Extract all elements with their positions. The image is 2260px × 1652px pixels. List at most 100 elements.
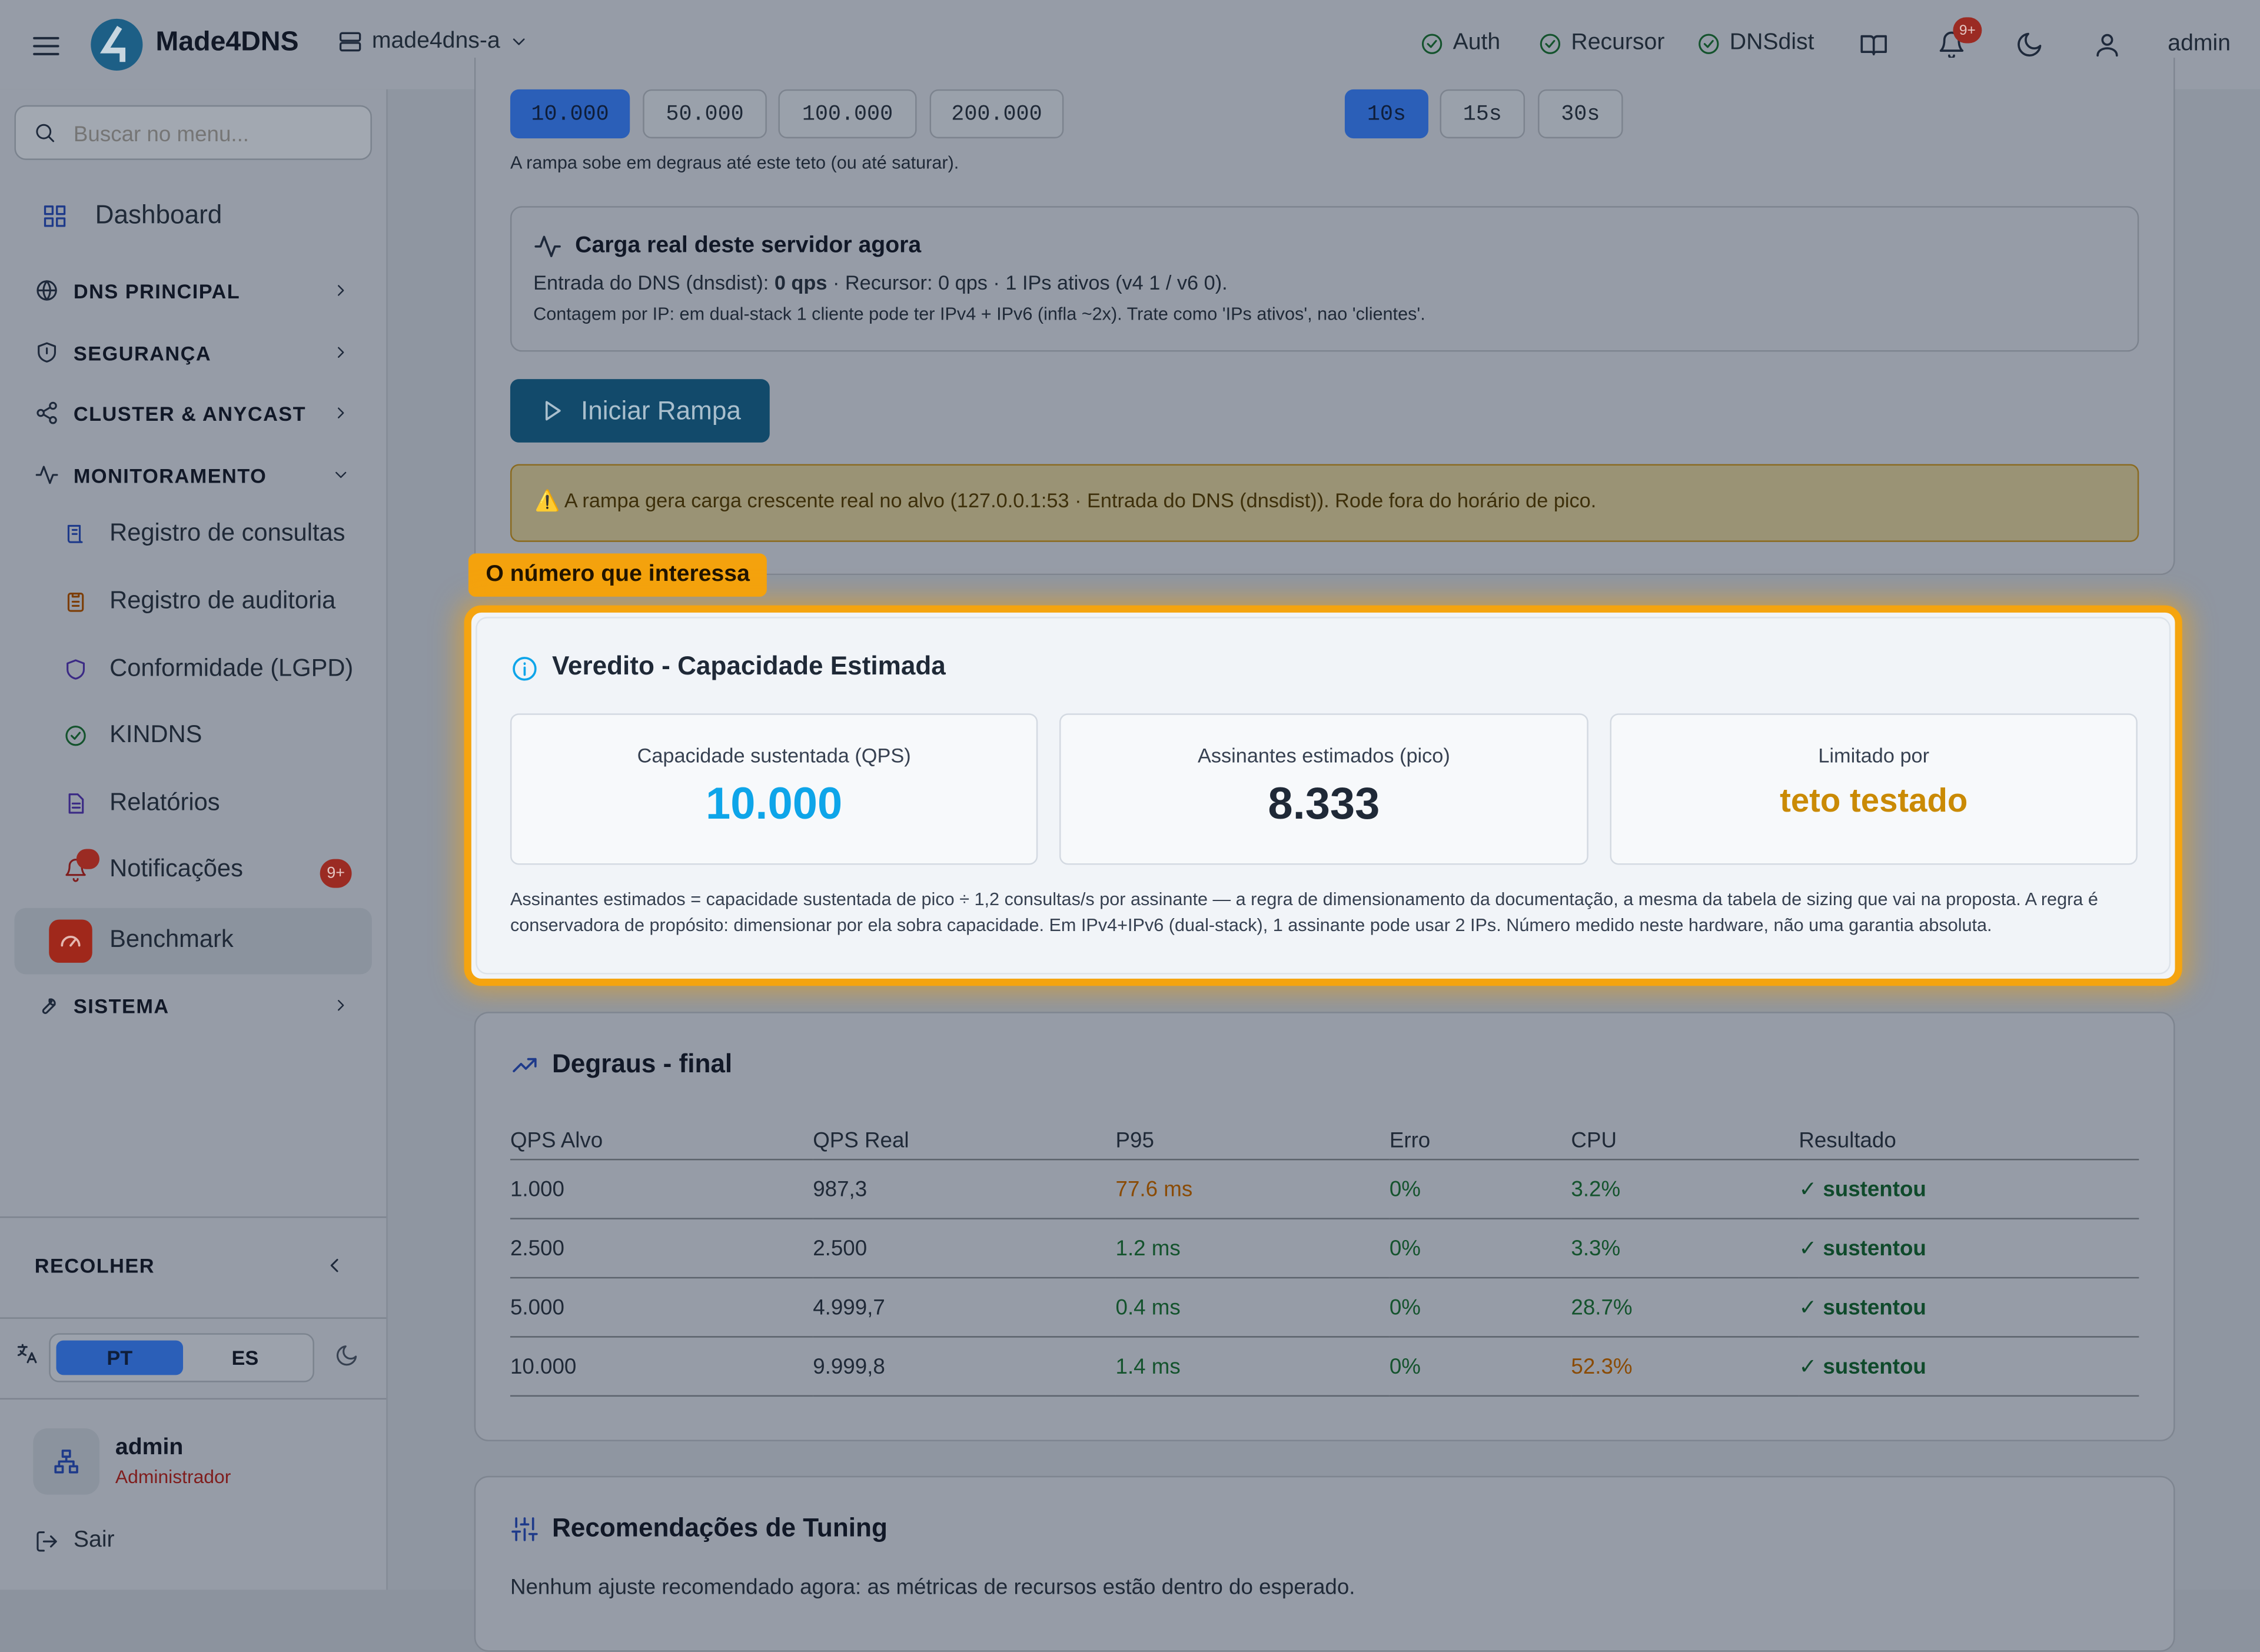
live-load-title: Carga real deste servidor agora — [575, 233, 922, 258]
translate-icon — [14, 1342, 39, 1367]
notification-dot — [76, 848, 99, 869]
table-row: 1.000 987,3 77.6 ms 0% 3.2% ✓ sustentou — [510, 1158, 2139, 1219]
stat-limited-by: Limitado por teto testado — [1610, 713, 2138, 865]
lang-es-button[interactable]: ES — [183, 1341, 307, 1375]
play-icon — [545, 401, 561, 421]
verdict-title: Veredito - Capacidade Estimada — [551, 651, 946, 680]
status-auth[interactable]: Auth — [1420, 30, 1500, 56]
share-icon — [36, 401, 57, 424]
info-icon — [513, 657, 537, 681]
status-dnsdist[interactable]: DNSdist — [1696, 30, 1814, 56]
sidebar-item-registro-auditoria[interactable]: Registro de auditoria — [58, 587, 335, 616]
user-icon[interactable] — [2093, 30, 2122, 59]
start-ramp-button[interactable]: Iniciar Rampa — [510, 379, 770, 443]
sidebar-group-monitoramento[interactable]: MONITORAMENTO — [35, 463, 347, 487]
username-label[interactable]: admin — [2168, 32, 2231, 58]
chevron-right-icon — [338, 1000, 344, 1011]
qps-option-100000[interactable]: 100.000 — [778, 89, 917, 139]
chevron-down-icon — [513, 38, 525, 45]
search-input[interactable] — [71, 115, 365, 153]
sidebar-item-benchmark[interactable]: Benchmark — [14, 908, 372, 975]
live-load-panel: Carga real deste servidor agora Entrada … — [510, 206, 2139, 352]
stat-capacity: Capacidade sustentada (QPS) 10.000 — [510, 713, 1038, 865]
server-selector[interactable]: made4dns-a — [337, 29, 529, 55]
chevron-down-icon — [335, 471, 347, 478]
brand-name: Made4DNS — [155, 27, 299, 58]
live-load-note: Contagem por IP: em dual-stack 1 cliente… — [533, 304, 1425, 325]
stat-subscribers: Assinantes estimados (pico) 8.333 — [1059, 713, 1588, 865]
sidebar-divider — [0, 1317, 387, 1319]
ramp-hint: A rampa sobe em degraus até este teto (o… — [510, 152, 959, 173]
logout-icon — [36, 1530, 57, 1551]
duration-option-10s[interactable]: 10s — [1344, 89, 1428, 139]
sidebar-item-notificacoes[interactable]: Notificações — [58, 848, 243, 883]
table-row: 10.000 9.999,8 1.4 ms 0% 52.3% ✓ sustent… — [510, 1336, 2139, 1397]
sidebar-item-dashboard[interactable]: Dashboard — [38, 200, 222, 230]
verdict-card: Veredito - Capacidade Estimada Capacidad… — [464, 605, 2182, 986]
sliders-icon — [511, 1517, 538, 1541]
sidebar-group-dns-principal[interactable]: DNS PRINCIPAL — [35, 278, 344, 303]
collapse-sidebar-button[interactable]: RECOLHER — [35, 1254, 352, 1283]
status-recursor[interactable]: Recursor — [1538, 30, 1664, 56]
lang-pt-button[interactable]: PT — [56, 1340, 184, 1375]
sidebar-item-conformidade[interactable]: Conformidade (LGPD) — [58, 654, 353, 683]
table-header: QPS Alvo QPS Real P95 Erro CPU Resultado — [510, 1128, 1896, 1152]
qps-option-10000[interactable]: 10.000 — [510, 89, 630, 139]
moon-icon[interactable] — [2015, 30, 2044, 59]
activity-icon — [534, 235, 561, 257]
clipboard-icon — [67, 591, 84, 611]
server-name: made4dns-a — [371, 28, 500, 54]
check-circle-icon — [65, 724, 85, 746]
check-circle-icon — [1699, 33, 1719, 54]
tuning-title: Recomendações de Tuning — [551, 1513, 888, 1543]
live-load-line: Entrada do DNS (dnsdist): 0 qps · Recurs… — [533, 271, 1228, 294]
logout-button[interactable]: Sair — [35, 1528, 115, 1554]
language-switch: PT ES — [49, 1333, 314, 1382]
trending-up-icon — [513, 1058, 537, 1072]
verdict-note: Assinantes estimados = capacidade susten… — [510, 889, 2098, 936]
steps-table: QPS Alvo QPS Real P95 Erro CPU Resultado… — [510, 1121, 2139, 1397]
avatar — [33, 1428, 99, 1495]
sidebar-group-seguranca[interactable]: SEGURANÇA — [35, 340, 344, 365]
activity-icon — [35, 466, 58, 484]
sidebar-divider — [0, 1216, 387, 1218]
sidebar-group-cluster-anycast[interactable]: CLUSTER & ANYCAST — [35, 401, 344, 426]
check-circle-icon — [1540, 33, 1561, 54]
search-box[interactable] — [14, 105, 372, 160]
user-role: Administrador — [115, 1465, 231, 1488]
warning-banner: ⚠️ A rampa gera carga crescente real no … — [510, 464, 2139, 542]
sidebar-item-relatorios[interactable]: Relatórios — [58, 789, 220, 817]
brand-logo-icon — [91, 18, 143, 71]
network-icon — [54, 1450, 78, 1474]
check-circle-icon — [1421, 33, 1443, 54]
notification-badge: 9+ — [1953, 17, 1982, 44]
grid-icon — [44, 204, 66, 227]
steps-title: Degraus - final — [551, 1049, 733, 1078]
chevron-right-icon — [338, 407, 344, 418]
sidebar-item-kindns[interactable]: KINDNS — [58, 721, 202, 750]
table-row: 2.500 2.500 1.2 ms 0% 3.3% ✓ sustentou — [510, 1218, 2139, 1278]
sidebar-item-registro-consultas[interactable]: Registro de consultas — [58, 519, 345, 548]
qps-option-50000[interactable]: 50.000 — [643, 89, 767, 139]
theme-toggle-moon-icon[interactable] — [334, 1343, 359, 1368]
sidebar-divider — [0, 1398, 387, 1400]
qps-option-200000[interactable]: 200.000 — [929, 89, 1064, 139]
shield-icon — [38, 342, 56, 363]
chevron-right-icon — [338, 285, 344, 296]
server-icon — [339, 32, 361, 52]
sidebar-group-sistema[interactable]: SISTEMA — [35, 993, 344, 1018]
menu-icon[interactable] — [30, 30, 62, 62]
search-icon — [36, 124, 55, 142]
duration-option-15s[interactable]: 15s — [1440, 89, 1526, 139]
tuning-card — [474, 1475, 2175, 1652]
duration-option-30s[interactable]: 30s — [1538, 89, 1623, 139]
scroll-icon — [67, 524, 82, 543]
table-row: 5.000 4.999,7 0.4 ms 0% 28.7% ✓ sustento… — [510, 1277, 2139, 1337]
wrench-icon — [42, 998, 56, 1014]
chevron-left-icon — [330, 1258, 338, 1272]
chevron-right-icon — [338, 347, 344, 358]
book-icon[interactable] — [1859, 30, 1888, 59]
highlight-tag: O número que interessa — [468, 553, 767, 597]
notifications-count-badge: 9+ — [320, 859, 352, 888]
globe-icon — [36, 280, 57, 301]
